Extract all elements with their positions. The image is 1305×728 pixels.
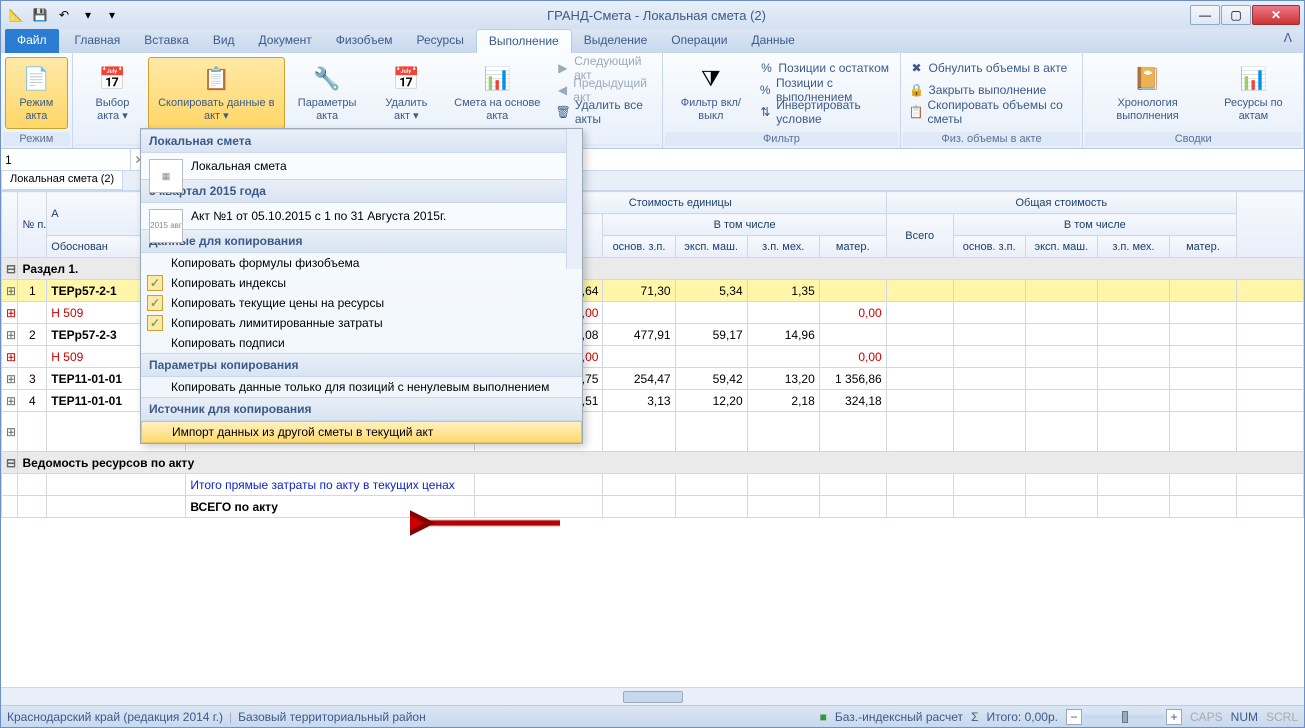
tab-phys[interactable]: Физобъем — [324, 29, 405, 53]
group-phys-label: Физ. объемы в акте — [903, 132, 1081, 146]
tab-resources[interactable]: Ресурсы — [405, 29, 476, 53]
status-total: Итого: 0,00р. — [986, 710, 1057, 724]
next-icon: ▶ — [556, 60, 571, 76]
undo-icon[interactable]: ↶ — [53, 4, 75, 26]
mode-act-button[interactable]: 📄Режим акта — [5, 57, 68, 129]
copy-icon: 📋 — [200, 63, 232, 95]
copy-data-dropdown: Локальная смета ▦ Локальная смета 3 кварт… — [140, 128, 583, 444]
name-box[interactable]: 1 — [1, 149, 131, 170]
calendar-small-icon: 2015 авг — [149, 209, 183, 243]
dd-copy-nonzero[interactable]: Копировать данные только для позиций с н… — [141, 377, 582, 397]
zero-icon: ✖ — [909, 60, 925, 76]
check-icon: ✓ — [147, 275, 163, 291]
dd-copy-formulas[interactable]: Копировать формулы физобъема — [141, 253, 582, 273]
dropdown-scrollbar[interactable] — [566, 129, 582, 269]
tab-view[interactable]: Вид — [201, 29, 247, 53]
zoom-slider[interactable]: −+ — [1066, 709, 1182, 725]
exec-icon: % — [758, 82, 772, 98]
copy-data-button[interactable]: 📋Скопировать данные в акт ▾ — [148, 57, 284, 129]
estimate-icon: 📊 — [481, 63, 513, 95]
dd-section: Данные для копирования — [141, 229, 582, 253]
zero-volumes-button[interactable]: ✖Обнулить объемы в акте — [905, 57, 1079, 79]
prev-icon: ◀ — [556, 82, 570, 98]
tab-document[interactable]: Документ — [247, 29, 324, 53]
maximize-button[interactable]: ▢ — [1221, 5, 1251, 25]
dd-copy-signs[interactable]: Копировать подписи — [141, 333, 582, 353]
invert-icon: ⇅ — [758, 104, 772, 120]
tab-selection[interactable]: Выделение — [572, 29, 660, 53]
table-row[interactable]: ВСЕГО по акту — [2, 496, 1304, 518]
group-svod-label: Сводки — [1085, 132, 1301, 146]
table-icon: 📊 — [1237, 63, 1269, 95]
group-filter-label: Фильтр — [665, 132, 897, 146]
dd-import-data[interactable]: Импорт данных из другой сметы в текущий … — [141, 421, 582, 443]
status-bar: Краснодарский край (редакция 2014 г.)| Б… — [1, 705, 1304, 727]
lock-icon: 🔒 — [909, 82, 925, 98]
status-num: NUM — [1231, 710, 1258, 724]
dd-local-smeta[interactable]: Локальная смета — [191, 159, 287, 173]
document-icon: 📄 — [20, 63, 52, 95]
dd-act-item[interactable]: Акт №1 от 05.10.2015 с 1 по 31 Августа 2… — [191, 209, 446, 223]
status-caps: CAPS — [1190, 710, 1223, 724]
gear-icon: 🔧 — [311, 63, 343, 95]
dd-section: Локальная смета — [141, 129, 582, 153]
window-title: ГРАНД-Смета - Локальная смета (2) — [123, 8, 1190, 23]
tab-main[interactable]: Главная — [63, 29, 133, 53]
status-district: Базовый территориальный район — [238, 710, 426, 724]
dd-section: Источник для копирования — [141, 397, 582, 421]
horizontal-scrollbar[interactable] — [1, 687, 1304, 705]
tab-operations[interactable]: Операции — [659, 29, 739, 53]
delete-icon: 📅 — [390, 63, 422, 95]
calendar-icon: 📅 — [96, 63, 128, 95]
group-mode-label: Режим — [3, 132, 70, 146]
table-row[interactable]: Итого прямые затраты по акту в текущих ц… — [2, 474, 1304, 496]
dd-copy-indexes[interactable]: ✓Копировать индексы — [141, 273, 582, 293]
app-icon[interactable]: 📐 — [5, 4, 27, 26]
minimize-button[interactable]: — — [1190, 5, 1220, 25]
select-act-button[interactable]: 📅Выбор акта ▾ — [77, 57, 148, 129]
collapse-ribbon-icon[interactable]: ᐱ — [1278, 29, 1298, 53]
annotation-arrow — [410, 508, 570, 538]
resources-button[interactable]: 📊Ресурсы по актам — [1208, 57, 1299, 129]
book-icon: 📔 — [1132, 63, 1164, 95]
close-button[interactable]: ✕ — [1252, 5, 1300, 25]
status-calc[interactable]: Баз.-индексный расчет — [835, 710, 963, 724]
act-params-button[interactable]: 🔧Параметры акта — [285, 57, 370, 129]
status-region: Краснодарский край (редакция 2014 г.) — [7, 710, 223, 724]
copy-vol-icon: 📋 — [909, 104, 924, 120]
save-icon[interactable]: 💾 — [29, 4, 51, 26]
filter-invert-button[interactable]: ⇅Инвертировать условие — [754, 101, 895, 123]
funnel-icon: ⧩ — [695, 63, 727, 95]
delete-act-button[interactable]: 📅Удалить акт ▾ — [370, 57, 443, 129]
section-row[interactable]: ⊟Ведомость ресурсов по акту — [2, 452, 1304, 474]
check-icon: ✓ — [147, 315, 163, 331]
copy-volumes-button[interactable]: 📋Скопировать объемы со сметы — [905, 101, 1079, 123]
remain-icon: % — [758, 60, 774, 76]
delete-all-acts-button[interactable]: 🗑Удалить все акты — [552, 101, 659, 123]
tab-file[interactable]: Файл — [5, 29, 59, 53]
tab-execution[interactable]: Выполнение — [476, 29, 572, 53]
chronology-button[interactable]: 📔Хронология выполнения — [1087, 57, 1207, 129]
tab-insert[interactable]: Вставка — [132, 29, 201, 53]
filter-button[interactable]: ⧩Фильтр вкл/выкл — [667, 57, 754, 129]
redo-icon[interactable]: ▾ — [77, 4, 99, 26]
dd-copy-prices[interactable]: ✓Копировать текущие цены на ресурсы — [141, 293, 582, 313]
check-icon: ✓ — [147, 295, 163, 311]
dd-copy-limits[interactable]: ✓Копировать лимитированные затраты — [141, 313, 582, 333]
dd-section: Параметры копирования — [141, 353, 582, 377]
tab-data[interactable]: Данные — [739, 29, 806, 53]
sheet-tab[interactable]: Локальная смета (2) — [1, 171, 123, 190]
ribbon-tabs: Файл Главная Вставка Вид Документ Физобъ… — [1, 29, 1304, 53]
qat-more-icon[interactable]: ▾ — [101, 4, 123, 26]
delete-all-icon: 🗑 — [556, 104, 571, 120]
titlebar: 📐 💾 ↶ ▾ ▾ ГРАНД-Смета - Локальная смета … — [1, 1, 1304, 29]
status-scrl: SCRL — [1266, 710, 1298, 724]
dd-section: 3 квартал 2015 года — [141, 179, 582, 203]
smeta-act-button[interactable]: 📊Смета на основе акта — [443, 57, 552, 129]
sheet-icon: ▦ — [149, 159, 183, 193]
